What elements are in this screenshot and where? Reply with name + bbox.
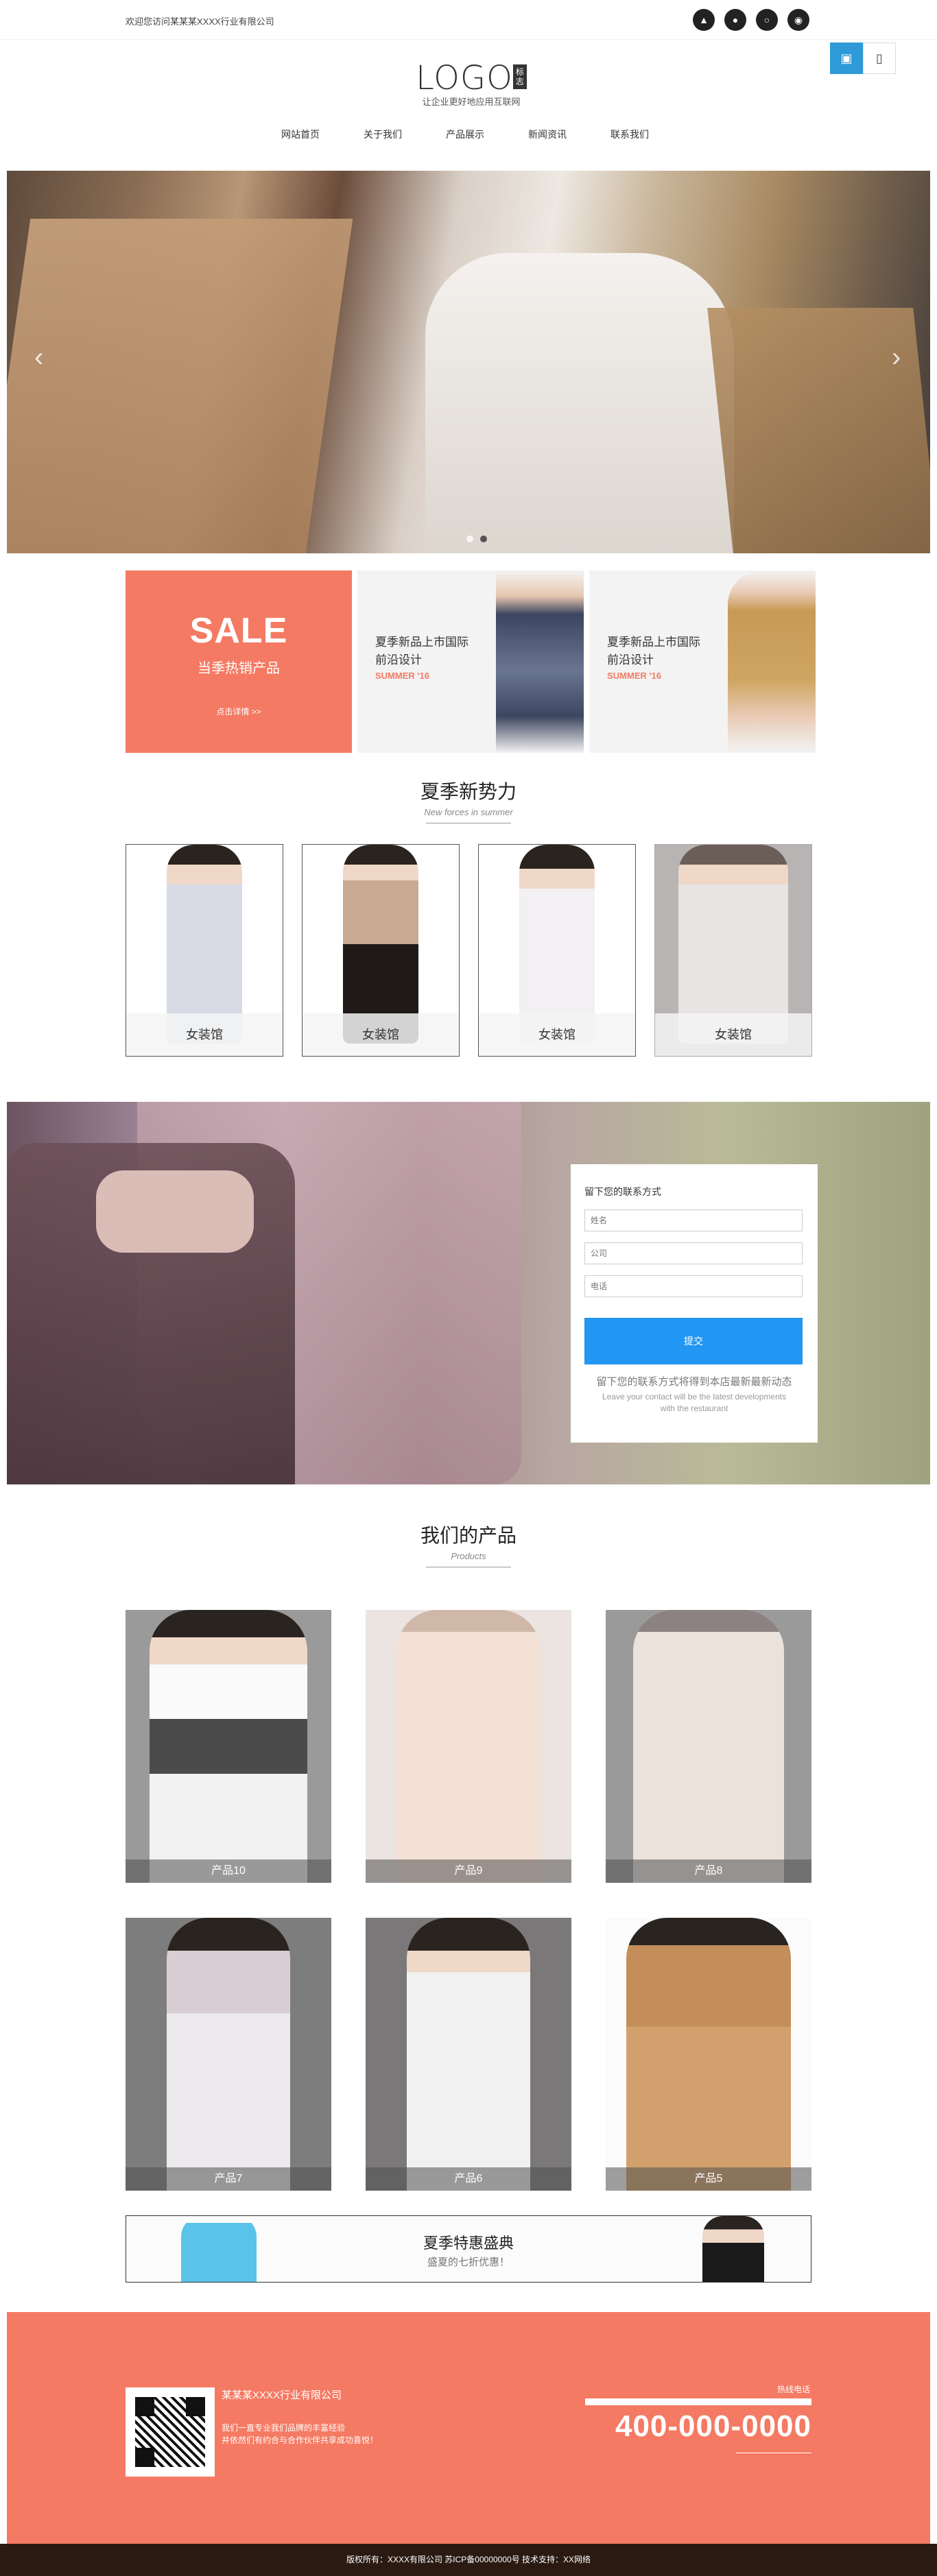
- promo-card[interactable]: 夏季新品上市国际 前沿设计 SUMMER '16: [357, 570, 584, 753]
- product-image: [167, 1918, 290, 2191]
- sale-subtitle: 当季热销产品: [198, 661, 280, 676]
- desktop-icon[interactable]: ▣: [830, 43, 863, 74]
- company-field[interactable]: [584, 1242, 803, 1264]
- summer-section-title: 夏季新势力 New forces in summer: [331, 777, 606, 823]
- product-image: [396, 1610, 541, 1883]
- product-label: 产品10: [126, 1859, 331, 1883]
- slider-dots: [466, 535, 487, 542]
- section-subtitle: Products: [451, 1551, 486, 1561]
- category-label: 女装馆: [479, 1013, 635, 1056]
- nav-contact[interactable]: 联系我们: [589, 128, 671, 141]
- slider-dot[interactable]: [466, 535, 473, 542]
- slider-next-icon[interactable]: ›: [892, 342, 901, 373]
- product-card[interactable]: 产品7: [126, 1918, 331, 2191]
- category-card[interactable]: 女装馆: [654, 844, 812, 1057]
- category-label: 女装馆: [655, 1013, 811, 1056]
- promo-card-title: 夏季新品上市国际 前沿设计: [607, 636, 700, 666]
- contact-form: 留下您的联系方式 提交 留下您的联系方式将得到本店最新最新动态 Leave yo…: [571, 1164, 818, 1443]
- product-image: [633, 1610, 784, 1883]
- product-label: 产品5: [606, 2167, 811, 2191]
- promo-card-season: SUMMER '16: [607, 671, 661, 681]
- product-card[interactable]: 产品5: [606, 1918, 811, 2191]
- footer: 某某某XXXX行业有限公司 我们一直专业我们品牌的丰富经验 并依然们有约合与合作伙…: [7, 2312, 930, 2544]
- hotline-bar: [585, 2398, 811, 2405]
- section-subtitle: New forces in summer: [424, 807, 513, 817]
- hotline-number: 400-000-0000: [615, 2409, 811, 2443]
- category-label: 女装馆: [126, 1013, 283, 1056]
- form-note-en: Leave your contact will be the latest de…: [602, 1392, 787, 1413]
- mobile-icon[interactable]: ▯: [863, 43, 896, 74]
- hero-slider[interactable]: ‹ ›: [7, 171, 930, 553]
- submit-button[interactable]: 提交: [584, 1318, 803, 1364]
- section-title: 我们的产品: [420, 1525, 517, 1546]
- slider-prev-icon[interactable]: ‹: [34, 342, 43, 373]
- hotline-label: 热线电话: [777, 2385, 811, 2394]
- promo-card[interactable]: 夏季新品上市国际 前沿设计 SUMMER '16: [589, 570, 816, 753]
- footer-company-name: 某某某XXXX行业有限公司: [222, 2390, 342, 2401]
- category-card[interactable]: 女装馆: [126, 844, 283, 1057]
- promo-card-season: SUMMER '16: [375, 671, 429, 681]
- promo-model-image: [728, 570, 816, 753]
- product-card[interactable]: 产品10: [126, 1610, 331, 1883]
- product-image: [150, 1610, 307, 1883]
- sale-title: SALE: [189, 611, 288, 651]
- strip-subtitle: 盛夏的七折优惠！: [427, 2256, 510, 2268]
- footer-description: 我们一直专业我们品牌的丰富经验 并依然们有约合与合作伙伴共享成功喜悦！: [222, 2423, 379, 2445]
- page: 欢迎您访问某某某XXXX行业有限公司 ▲ ● ○ ◉ ▣ ▯ LOGO 标志 让企…: [0, 0, 937, 2576]
- apple-icon[interactable]: ●: [724, 9, 746, 31]
- top-bar: 欢迎您访问某某某XXXX行业有限公司 ▲ ● ○ ◉: [0, 0, 937, 40]
- main-nav: 网站首页 关于我们 产品展示 新闻资讯 联系我们: [259, 128, 671, 141]
- nav-home[interactable]: 网站首页: [259, 128, 342, 141]
- product-image: [626, 1918, 791, 2191]
- sale-more-link[interactable]: 点击详情 >>: [126, 706, 352, 717]
- promo-card-title: 夏季新品上市国际 前沿设计: [375, 636, 468, 666]
- category-card[interactable]: 女装馆: [478, 844, 636, 1057]
- social-links: ▲ ● ○ ◉: [693, 9, 809, 31]
- promo-model-image: [496, 570, 584, 753]
- product-card[interactable]: 产品6: [366, 1918, 571, 2191]
- banner-hands-image: [96, 1170, 254, 1253]
- welcome-text: 欢迎您访问某某某XXXX行业有限公司: [126, 16, 274, 27]
- form-title: 留下您的联系方式: [584, 1186, 661, 1197]
- category-card[interactable]: 女装馆: [302, 844, 460, 1057]
- logo-text: LOGO: [416, 59, 513, 97]
- strip-title: 夏季特惠盛典: [423, 2235, 514, 2252]
- product-card[interactable]: 产品9: [366, 1610, 571, 1883]
- logo-slogan: 让企业更好地应用互联网: [422, 97, 521, 107]
- hero-model-image: [425, 253, 734, 553]
- weibo-icon[interactable]: ◉: [787, 9, 809, 31]
- qr-code: [126, 2387, 215, 2477]
- product-label: 产品9: [366, 1859, 571, 1883]
- copyright-bar: 版权所有：XXXX有限公司 苏ICP备00000000号 技术支持：XX网络: [0, 2544, 937, 2576]
- sale-banner[interactable]: SALE 当季热销产品 点击详情 >>: [126, 570, 352, 753]
- nav-products[interactable]: 产品展示: [424, 128, 506, 141]
- product-label: 产品6: [366, 2167, 571, 2191]
- name-field[interactable]: [584, 1209, 803, 1231]
- nav-news[interactable]: 新闻资讯: [506, 128, 589, 141]
- nav-about[interactable]: 关于我们: [342, 128, 424, 141]
- category-label: 女装馆: [303, 1013, 459, 1056]
- product-label: 产品7: [126, 2167, 331, 2191]
- summer-sale-strip[interactable]: 夏季特惠盛典 盛夏的七折优惠！: [126, 2215, 811, 2283]
- android-icon[interactable]: ▲: [693, 9, 715, 31]
- section-title: 夏季新势力: [420, 781, 517, 802]
- hero-bag-image: [7, 219, 353, 553]
- products-section-title: 我们的产品 Products: [331, 1521, 606, 1567]
- slider-dot-active[interactable]: [480, 535, 487, 542]
- product-label: 产品8: [606, 1859, 811, 1883]
- product-image: [407, 1918, 530, 2191]
- form-note: 留下您的联系方式将得到本店最新最新动态: [596, 1376, 792, 1388]
- device-switch: ▣ ▯: [830, 43, 896, 74]
- phone-field[interactable]: [584, 1275, 803, 1297]
- wechat-icon[interactable]: ○: [756, 9, 778, 31]
- contact-banner: 留下您的联系方式 提交 留下您的联系方式将得到本店最新最新动态 Leave yo…: [7, 1102, 930, 1484]
- product-card[interactable]: 产品8: [606, 1610, 811, 1883]
- logo-badge: 标志: [512, 64, 527, 89]
- logo[interactable]: LOGO 标志 让企业更好地应用互联网: [413, 60, 530, 108]
